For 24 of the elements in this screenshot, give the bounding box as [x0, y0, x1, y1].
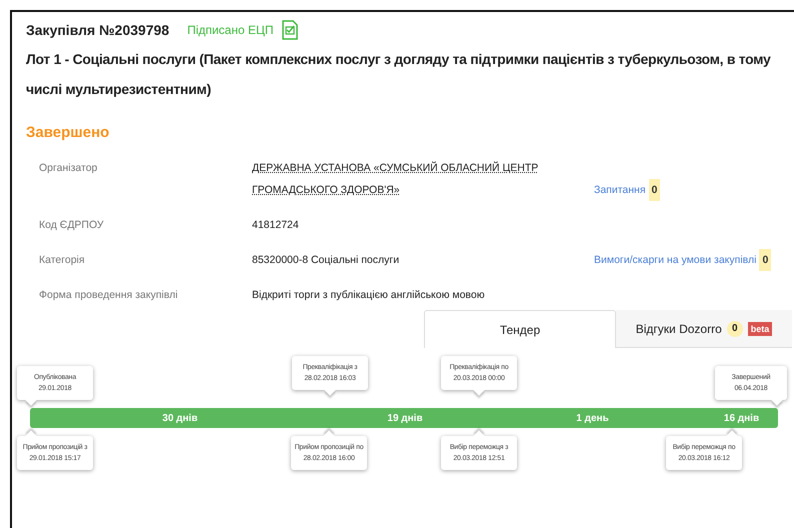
detail-value: 41812724 [252, 219, 299, 231]
detail-label: Код ЄДРПОУ [39, 218, 105, 233]
organizer-link[interactable]: ДЕРЖАВНА УСТАНОВА «СУМСЬКИЙ ОБЛАСНИЙ ЦЕНТР ГРОМАДСЬКОГО ЗДОРОВ'Я» [252, 157, 582, 201]
duration-label: 1 день [575, 412, 610, 424]
duration-label: 30 днів [161, 412, 199, 424]
duration-label: 16 днів [722, 412, 760, 424]
detail-label: Форма проведення закупівлі [39, 288, 179, 303]
count-badge: 0 [726, 320, 743, 336]
status-label: Завершено [26, 124, 110, 141]
lot-title: Лот 1 - Соціальні послуги (Пакет комплексних послуг з догляду та підтримки пацієнтів з туберкульозом, в тому числі мультирезистентним) [26, 50, 772, 99]
detail-label: Організатор [39, 161, 98, 176]
tab[interactable]: Відгуки Dozorro 0 beta [616, 310, 792, 348]
detail-value: Відкриті торги з публікацією англійською мовою [252, 289, 485, 301]
signed-document-icon [282, 20, 298, 40]
detail-value: 85320000-8 Соціальні послуги [252, 254, 400, 266]
count-badge: 0 [759, 249, 772, 271]
beta-badge: beta [748, 322, 772, 336]
side-link[interactable]: Вимоги/скарги на умови закупівлі [594, 249, 756, 271]
procurement-title: Закупівля №2039798 [26, 22, 170, 38]
signature-status: Підписано ЕЦП [187, 23, 274, 37]
detail-label: Категорія [39, 253, 86, 268]
duration-label: 19 днів [386, 412, 424, 424]
side-link[interactable]: Запитання [594, 179, 646, 201]
count-badge: 0 [648, 179, 660, 201]
